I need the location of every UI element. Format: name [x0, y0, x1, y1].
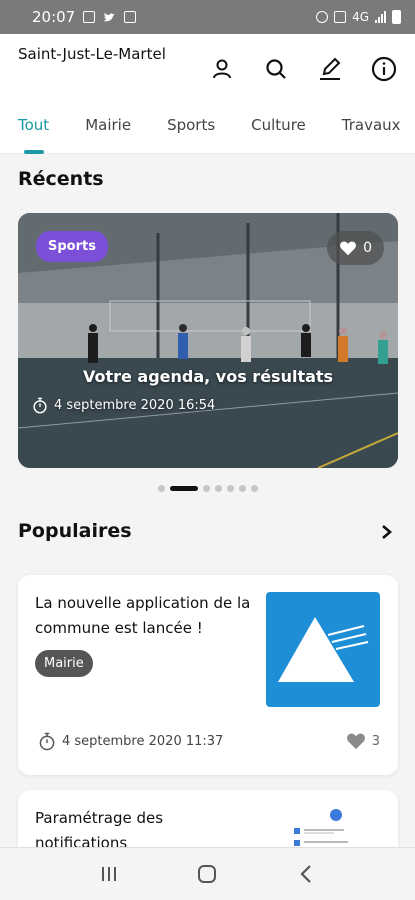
tab-mairie[interactable]: Mairie	[67, 112, 149, 154]
featured-article-card[interactable]: Sports 0 Votre agenda, vos résultats 4 s…	[18, 213, 398, 468]
featured-date: 4 septembre 2020 16:54	[54, 398, 216, 413]
app-header: Saint-Just-Le-Martel Tout Mairie Sports …	[0, 34, 415, 154]
status-bar: 20:07 4G	[0, 0, 415, 34]
populaires-title: Populaires	[18, 520, 132, 542]
search-icon[interactable]	[259, 52, 293, 86]
heart-icon	[340, 241, 357, 256]
tab-tout[interactable]: Tout	[0, 112, 67, 154]
tab-culture[interactable]: Culture	[233, 112, 324, 154]
tab-travaux[interactable]: Travaux	[324, 112, 415, 154]
battery-icon	[392, 10, 401, 24]
article-thumbnail	[266, 592, 380, 707]
article-date: 4 septembre 2020 11:37	[62, 734, 224, 749]
carousel-indicator	[0, 485, 415, 492]
carousel-dot-active[interactable]	[169, 486, 198, 491]
featured-date-row: 4 septembre 2020 16:54	[32, 397, 215, 414]
article-like-count: 3	[371, 733, 380, 749]
like-button[interactable]: 0	[327, 231, 384, 265]
tab-sports[interactable]: Sports	[149, 112, 233, 154]
stopwatch-icon	[33, 397, 47, 414]
alarm-icon	[316, 11, 329, 23]
status-time: 20:07	[32, 8, 76, 26]
carousel-dot[interactable]	[250, 485, 258, 492]
image-icon	[83, 11, 96, 23]
carousel-dot[interactable]	[238, 485, 246, 492]
back-icon[interactable]	[289, 857, 323, 891]
edit-icon[interactable]	[313, 52, 347, 86]
network-label: 4G	[352, 10, 369, 24]
article-date-row: 4 septembre 2020 11:37	[38, 732, 223, 751]
recents-title: Récents	[18, 168, 104, 190]
see-more-button[interactable]	[375, 521, 397, 543]
category-tag: Mairie	[35, 650, 93, 677]
carousel-dot[interactable]	[157, 485, 165, 492]
stopwatch-icon	[39, 732, 55, 751]
carousel-dot[interactable]	[202, 485, 210, 492]
twitter-icon	[104, 12, 116, 21]
user-icon[interactable]	[205, 52, 239, 86]
carousel-dot[interactable]	[214, 485, 222, 492]
triangle-logo-icon	[278, 617, 369, 682]
mute-icon	[334, 11, 347, 23]
article-title: La nouvelle application de la commune es…	[35, 594, 251, 637]
chevron-right-icon	[382, 525, 392, 539]
info-icon[interactable]	[367, 52, 401, 86]
home-icon[interactable]	[190, 857, 224, 891]
town-name: Saint-Just-Le-Martel	[18, 45, 166, 63]
recent-apps-icon[interactable]	[92, 857, 126, 891]
article-like-button[interactable]: 3	[346, 732, 380, 750]
system-nav-bar	[0, 847, 415, 900]
category-badge: Sports	[36, 231, 108, 262]
heart-icon	[346, 733, 365, 750]
like-count: 0	[363, 240, 372, 256]
featured-headline: Votre agenda, vos résultats	[82, 367, 334, 386]
article-card[interactable]: La nouvelle application de la commune es…	[18, 575, 398, 775]
carousel-dot[interactable]	[226, 485, 234, 492]
check-icon	[124, 11, 137, 23]
signal-icon	[375, 11, 386, 23]
category-tabs: Tout Mairie Sports Culture Travaux	[0, 112, 415, 154]
